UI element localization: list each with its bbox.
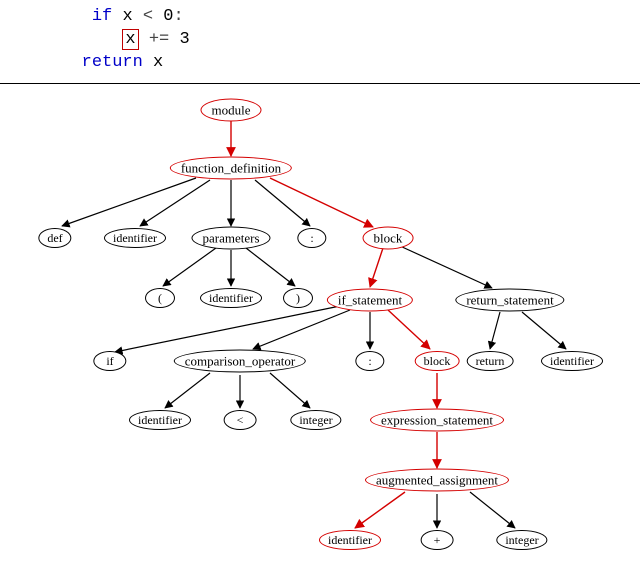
indent	[0, 7, 92, 26]
code-line-3: return x	[0, 52, 640, 75]
boxed-identifier-x: x	[122, 29, 138, 50]
node-identifier: identifier	[200, 288, 262, 308]
node-function-definition: function_definition	[170, 156, 292, 179]
node-parameters: parameters	[191, 226, 270, 249]
node-return-statement: return_statement	[455, 288, 564, 311]
node-identifier: identifier	[319, 530, 381, 550]
indent	[0, 30, 122, 49]
node-integer: integer	[496, 530, 547, 550]
node-comparison-operator: comparison_operator	[174, 349, 306, 372]
ast-tree: module function_definition def identifie…	[0, 88, 640, 578]
code-line-1: if x < 0:	[0, 6, 640, 29]
node-rparen: )	[283, 288, 313, 308]
node-def: def	[38, 228, 71, 248]
indent	[0, 53, 82, 72]
node-identifier: identifier	[129, 410, 191, 430]
literal-zero: 0	[163, 7, 173, 26]
tree-edges	[0, 88, 640, 578]
node-identifier: identifier	[541, 351, 603, 371]
node-module: module	[201, 98, 262, 121]
node-pluseq: +	[421, 530, 454, 550]
node-if: if	[93, 351, 126, 371]
colon: :	[173, 7, 183, 26]
divider	[0, 83, 640, 84]
identifier-x: x	[122, 7, 132, 26]
node-lparen: (	[145, 288, 175, 308]
keyword-return: return	[82, 53, 143, 72]
operator-lt: <	[143, 7, 153, 26]
identifier-x: x	[153, 53, 163, 72]
node-integer: integer	[290, 410, 341, 430]
node-expression-statement: expression_statement	[370, 408, 504, 431]
node-augmented-assignment: augmented_assignment	[365, 468, 509, 491]
node-lt: <	[224, 410, 257, 430]
operator-pluseq: +=	[149, 30, 169, 49]
node-block: block	[363, 226, 414, 249]
node-block: block	[415, 351, 460, 371]
code-line-2: x += 3	[0, 29, 640, 52]
node-identifier: identifier	[104, 228, 166, 248]
keyword-if: if	[92, 7, 112, 26]
code-block: if x < 0: x += 3 return x	[0, 0, 640, 83]
literal-three: 3	[179, 30, 189, 49]
node-if-statement: if_statement	[327, 288, 413, 311]
node-return: return	[467, 351, 514, 371]
